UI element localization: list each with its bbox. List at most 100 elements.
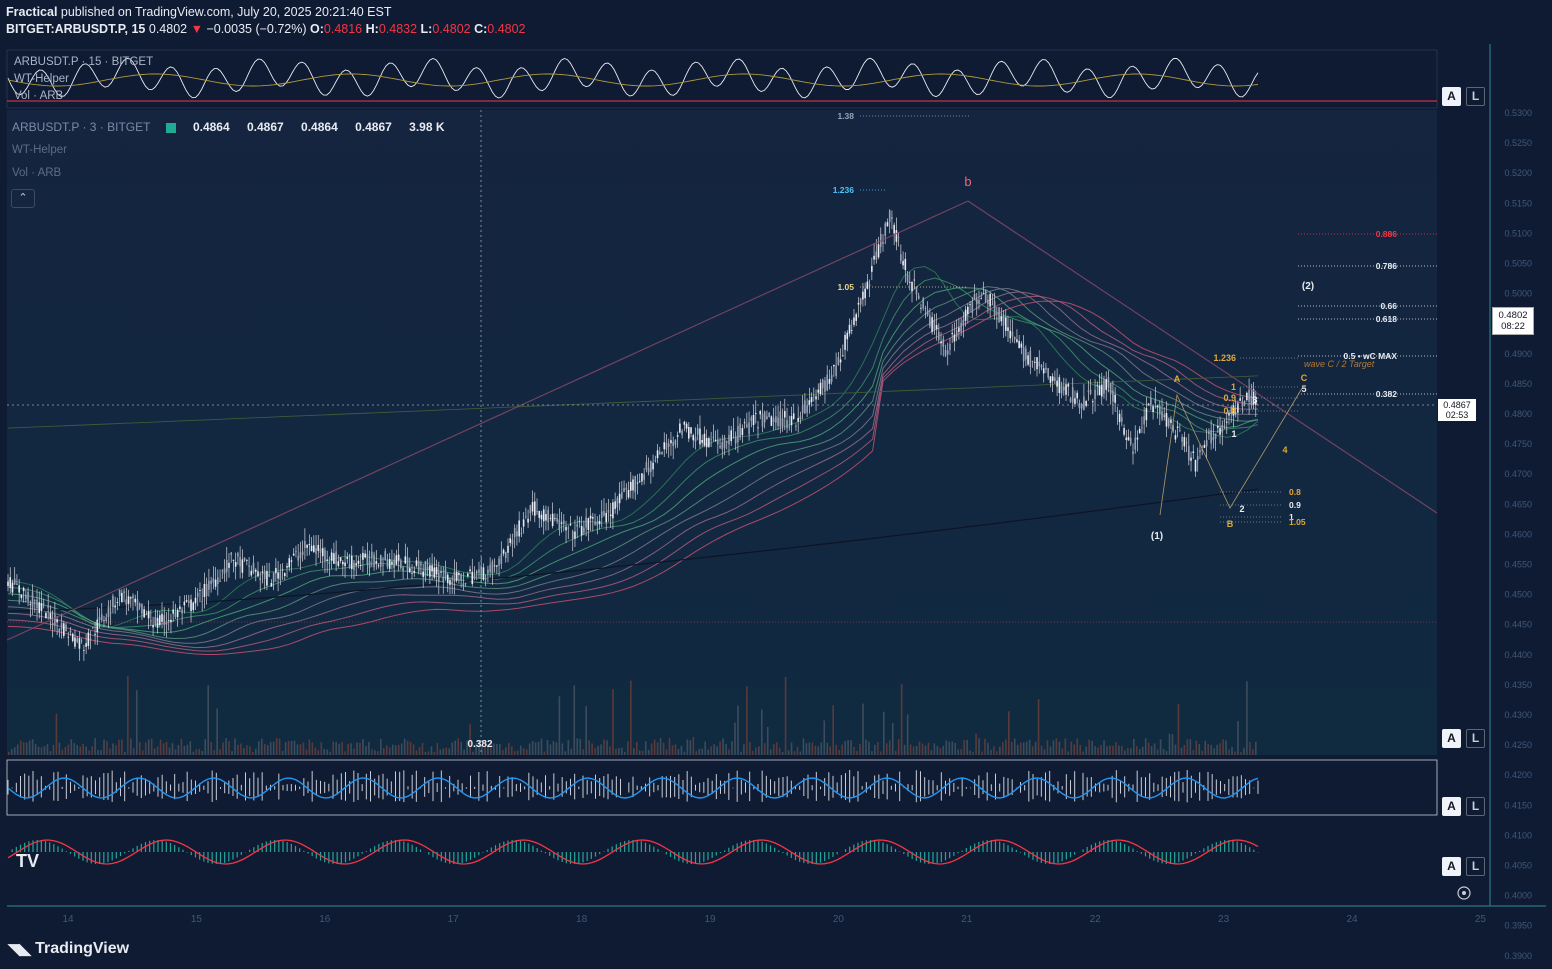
- candle-body: [728, 434, 730, 445]
- fib-label: 1.38: [837, 111, 854, 121]
- volume-bar: [838, 749, 840, 755]
- volume-bar: [433, 751, 436, 755]
- candle-body: [417, 561, 420, 572]
- volume-bar: [1237, 721, 1239, 755]
- candle-body: [252, 562, 255, 573]
- collapse-legend-chevron-icon[interactable]: ⌃: [11, 189, 35, 208]
- volume-bar: [49, 751, 52, 755]
- volume-bar: [525, 749, 528, 755]
- volume-bar: [630, 680, 632, 755]
- candle-body: [386, 560, 389, 568]
- candle-body: [1125, 437, 1128, 440]
- candle-body: [571, 531, 574, 539]
- log-scale-button-4[interactable]: L: [1466, 857, 1485, 876]
- top-oscillator-pane[interactable]: [6, 49, 1438, 109]
- volume-bar: [817, 746, 820, 755]
- candle-body: [710, 438, 712, 440]
- candle-body: [288, 558, 291, 568]
- volume-bar: [130, 738, 132, 755]
- candle-body: [989, 293, 991, 307]
- volume-bar: [323, 749, 326, 755]
- top-legend-symbol[interactable]: ARBUSDT.P · 15 · BITGET: [14, 54, 153, 71]
- volume-bar: [308, 739, 311, 755]
- outer-price-countdown: 08:22: [1501, 321, 1525, 332]
- volume-bar: [1162, 748, 1165, 755]
- volume-bar: [103, 739, 105, 755]
- candle-body: [1248, 389, 1250, 402]
- volume-bar: [201, 750, 204, 755]
- volume-bar: [394, 745, 397, 755]
- candle-body: [210, 580, 212, 585]
- top-pane-legend: ARBUSDT.P · 15 · BITGET WT-Helper Vol · …: [14, 54, 153, 105]
- volume-bar: [460, 742, 462, 755]
- volume-bar: [329, 751, 332, 755]
- log-scale-button-1[interactable]: L: [1466, 87, 1485, 106]
- auto-scale-button-3[interactable]: A: [1442, 797, 1461, 816]
- candle-body: [714, 439, 717, 442]
- wave-count-label: C: [1301, 373, 1308, 383]
- volume-bar: [847, 739, 849, 755]
- log-scale-button-2[interactable]: L: [1466, 729, 1485, 748]
- candle-body: [364, 553, 366, 558]
- auto-scale-button-4[interactable]: A: [1442, 857, 1461, 876]
- volume-bar: [94, 738, 96, 755]
- volume-bar: [891, 722, 894, 755]
- time-axis-label: 25: [1475, 914, 1487, 925]
- volume-bar: [519, 745, 522, 755]
- candle-body: [1022, 347, 1025, 362]
- wt-pane[interactable]: [6, 759, 1438, 816]
- chart-canvas[interactable]: 0.5300 0.5250 0.5200 0.5150 0.5100 0.5050 0.50…: [0, 0, 1552, 969]
- fib-label: 1.05: [837, 282, 854, 292]
- candle-body: [980, 298, 983, 300]
- main-legend: ARBUSDT.P · 3 · BITGET 0.4864 0.4867 0.4…: [12, 120, 445, 134]
- candle-body: [754, 413, 757, 414]
- volume-bar: [674, 744, 677, 755]
- volume-bar: [1216, 744, 1218, 755]
- candle-body: [13, 578, 16, 585]
- volume-bar: [1002, 742, 1004, 755]
- candle-body: [125, 599, 128, 605]
- candle-body: [496, 565, 498, 567]
- volume-bar: [76, 744, 79, 755]
- candle-body: [339, 557, 342, 561]
- volume-bar: [1252, 749, 1254, 755]
- volume-bar: [293, 740, 296, 755]
- log-scale-button-3[interactable]: L: [1466, 797, 1485, 816]
- volume-bar: [665, 749, 668, 755]
- volume-bar: [1246, 681, 1248, 755]
- candle-body: [900, 254, 902, 261]
- volume-bar: [731, 741, 733, 755]
- candle-body: [246, 560, 248, 561]
- candle-body: [940, 341, 942, 344]
- volume-bar: [1147, 742, 1150, 755]
- volume-bar: [1094, 746, 1096, 755]
- volume-bar: [740, 751, 742, 755]
- candle-body: [549, 517, 552, 519]
- volume-bar: [368, 741, 370, 755]
- volume-bar: [835, 744, 837, 755]
- candle-body: [603, 511, 605, 516]
- candle-body: [219, 580, 221, 583]
- candle-body: [190, 599, 192, 612]
- auto-scale-button-1[interactable]: A: [1442, 87, 1461, 106]
- tradingview-brand[interactable]: ◥◣ TradingView: [8, 940, 129, 958]
- volume-bar: [1198, 744, 1201, 755]
- candle-body: [415, 560, 418, 566]
- volume-bar: [1255, 741, 1257, 755]
- auto-scale-button-2[interactable]: A: [1442, 729, 1461, 748]
- candle-body: [121, 592, 123, 603]
- main-legend-symbol[interactable]: ARBUSDT.P · 3 · BITGET: [12, 120, 150, 134]
- candle-body: [1076, 392, 1078, 399]
- momentum-pane[interactable]: [7, 820, 1437, 876]
- visibility-toggle-icon[interactable]: [165, 122, 176, 133]
- volume-bar: [531, 741, 534, 755]
- volume-bar: [225, 738, 227, 755]
- candle-body: [696, 428, 699, 435]
- volume-bar: [91, 746, 93, 755]
- volume-bar: [704, 741, 707, 755]
- volume-bar: [671, 745, 674, 755]
- volume-bar: [1061, 748, 1064, 755]
- candle-body: [1152, 406, 1154, 413]
- volume-bar: [883, 711, 885, 755]
- candle-body: [208, 580, 210, 590]
